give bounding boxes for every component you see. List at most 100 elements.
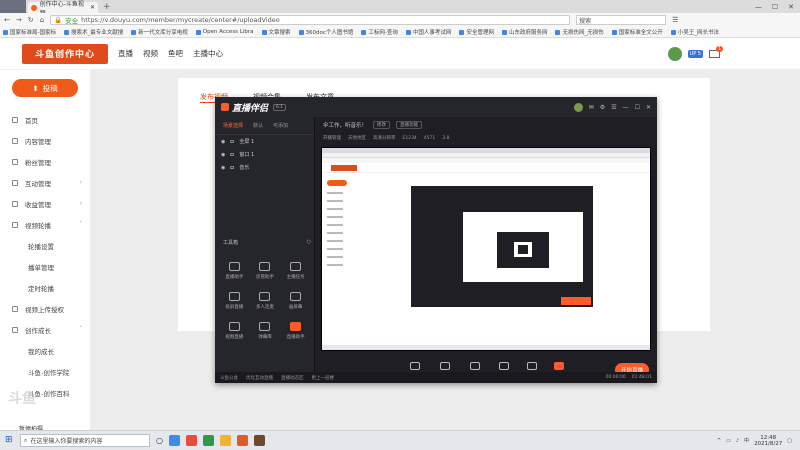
panel-tab-add[interactable]: 可添加 [273,122,288,129]
bookmark-item[interactable]: 中国人事考试网 [405,28,451,36]
menu-icon[interactable]: ☰ [672,16,678,24]
bookmark-item[interactable]: 工标网-查询 [361,28,398,36]
browser-360-icon[interactable] [202,435,214,446]
new-tab-button[interactable]: + [103,2,111,12]
status-item[interactable]: 直播动态区 [281,375,304,381]
bookmark-item[interactable]: 安全管理网 [459,28,494,36]
toolbox-expand-icon[interactable]: ○ [307,239,311,246]
nav-streamer-center[interactable]: 主播中心 [193,48,223,59]
home-icon[interactable]: ⌂ [40,16,44,24]
app-avatar[interactable] [573,102,583,112]
sidebar-item-my-growth[interactable]: 我的成长 [0,340,90,361]
bookmark-item[interactable]: 文章搜索 [261,28,291,36]
bookmark-item[interactable]: Open Access Libra [195,29,254,35]
sidebar-item-video-carousel[interactable]: 视频轮播 ˆ [0,214,90,235]
sidebar-item-playlist[interactable]: 播单管理 [0,256,90,277]
tool-item[interactable]: 弹幕库 [250,322,281,340]
tool-item[interactable]: 直播助手 [219,262,250,280]
message-icon[interactable]: ✉ [589,104,594,111]
scene-item[interactable]: ◉ 窗口 1 [215,148,314,161]
bookmark-item[interactable]: 360doc个人图书馆 [298,28,353,36]
edit-title-button[interactable]: 修改 [373,121,391,129]
panel-tab-default[interactable]: 默认 [253,122,263,129]
settings-icon[interactable]: ⚙ [600,104,605,111]
bookmark-item[interactable]: 山东政府服务网 [501,28,547,36]
browser-tab[interactable]: 创作中心-斗鱼视频 ✕ [28,1,98,17]
tool-item[interactable]: 直播助手 [280,322,311,340]
ime-icon[interactable]: 中 [744,437,749,444]
eye-icon[interactable]: ◉ [221,139,225,145]
tool-item[interactable]: 画屏幕 [280,292,311,310]
notifications-icon[interactable]: ▢ [787,438,792,444]
tool-item[interactable]: 多人连麦 [250,292,281,310]
app-close-icon[interactable]: ✕ [646,104,651,111]
windows-start-icon[interactable]: ⊞ [5,436,14,445]
lock-icon[interactable] [230,140,235,143]
taskbar-clock[interactable]: 12:48 2021/8/27 [754,435,782,447]
upload-button[interactable]: ⬆ 投稿 [12,79,78,97]
bookmark-item[interactable]: 新一代文库分享电视 [131,28,188,36]
bookmark-icon [405,29,411,35]
scene-item[interactable]: ◉ 音乐 [215,161,314,174]
tool-item[interactable]: 投屏直播 [219,292,250,310]
nav-video[interactable]: 视频 [143,48,158,59]
lock-icon[interactable] [230,166,235,169]
sidebar-item-growth[interactable]: 创作成长 ˆ [0,319,90,340]
sidebar-item-content[interactable]: 内容管理 [0,130,90,151]
tool-label: 弹幕库 [258,335,272,340]
app-menu-icon[interactable]: ☰ [611,104,616,111]
sidebar-item-home[interactable]: 首页 [0,109,90,130]
stream-category[interactable]: 直播功能 [396,121,423,129]
bookmark-item[interactable]: 搜索术_最专业文献搜 [64,28,123,36]
app-minimize-icon[interactable]: — [623,104,629,111]
taskbar-search-input[interactable]: ⌕ 在这里输入你要搜索的内容 [20,434,150,447]
status-item[interactable]: 更上一层楼 [312,375,335,381]
tool-item[interactable]: 房管助手 [250,262,281,280]
sidebar-item-fans[interactable]: 粉丝管理 [0,151,90,172]
user-avatar[interactable] [667,46,682,61]
status-item[interactable]: 斗鱼公会 [220,375,238,381]
nav-yuba[interactable]: 鱼吧 [168,48,183,59]
lock-icon[interactable] [230,153,235,156]
folder-icon[interactable] [219,435,231,446]
network-icon[interactable]: ▭ [726,438,731,444]
reload-icon[interactable]: ↻ [28,16,34,24]
status-item[interactable]: 优化互动直播 [246,375,273,381]
eye-icon[interactable]: ◉ [221,152,225,158]
edge-icon[interactable] [168,435,180,446]
eye-icon[interactable]: ◉ [221,165,225,171]
address-bar[interactable]: 🔒 安全 https://v.douyu.com/member/mycreate… [50,15,571,25]
tab-close-icon[interactable]: ✕ [90,4,95,11]
mail-icon[interactable]: 1 [709,45,724,58]
media-player-icon[interactable] [253,435,265,446]
bookmark-item[interactable]: 国家标准局-国家标 [3,28,56,36]
panel-tab-scenes[interactable]: 场景选择 [223,122,243,129]
sidebar-item-interaction[interactable]: 互动管理 › [0,172,90,193]
app-maximize-icon[interactable]: ☐ [635,104,640,111]
volume-icon[interactable]: ♪ [736,438,739,444]
site-logo[interactable]: 斗鱼创作中心 [22,43,108,64]
scene-item[interactable]: ◉ 全屏 1 [215,135,314,148]
forward-icon[interactable]: → [16,16,22,24]
chrome-icon[interactable] [185,435,197,446]
minimize-icon[interactable]: — [755,3,762,11]
sidebar-item-carousel-settings[interactable]: 轮播设置 [0,235,90,256]
sidebar-item-earnings[interactable]: 收益管理 › [0,193,90,214]
stream-preview[interactable] [321,147,651,351]
sidebar-item-scheduled[interactable]: 定时轮播 [0,277,90,298]
tool-item[interactable]: 视频直播 [219,322,250,340]
sidebar-item-academy[interactable]: 斗鱼-创作学院 [0,361,90,382]
back-icon[interactable]: ← [4,16,10,24]
tool-item[interactable]: 主播任务 [280,262,311,280]
nav-live[interactable]: 直播 [118,48,133,59]
bookmark-item[interactable]: 无损伤网_无损伤 [555,28,604,36]
close-window-icon[interactable]: ✕ [788,3,794,11]
douyu-app-icon[interactable] [236,435,248,446]
maximize-icon[interactable]: ☐ [772,3,778,11]
bookmark-item[interactable]: 国家标准全文公开 [611,28,663,36]
sidebar-item-upload-auth[interactable]: 视频上传授权 [0,298,90,319]
browser-search-input[interactable]: 搜索 [576,15,667,25]
tray-up-icon[interactable]: ^ [717,438,721,444]
bookmark-item[interactable]: 小吴王_网长书法 [670,28,719,36]
task-view-icon[interactable]: ○ [156,436,163,445]
